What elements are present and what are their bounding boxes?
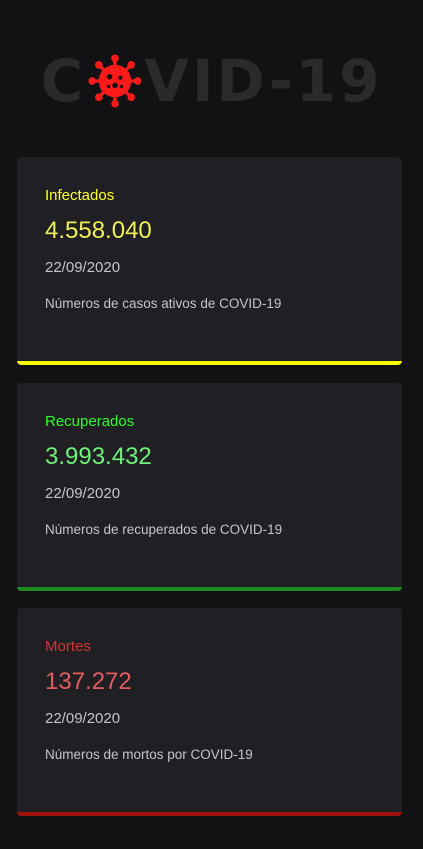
card-description: Números de mortos por COVID-19 [45,747,253,762]
card-description: Números de recuperados de COVID-19 [45,522,283,537]
card-title: Recuperados [45,413,135,430]
coronavirus-icon [88,54,142,108]
card-title: Infectados [45,187,115,204]
card-date: 22/09/2020 [45,485,121,502]
card-accent-bar [17,812,402,816]
card-date: 22/09/2020 [45,259,121,276]
card-accent-bar [17,587,402,591]
infected-card: Infectados 4.558.040 22/09/2020 Números … [17,157,402,365]
recovered-card: Recuperados 3.993.432 22/09/2020 Números… [17,383,402,591]
page: C VID-19 Infectados 4.558.040 22/09/2020… [0,0,423,849]
card-accent-bar [17,361,402,365]
logo-letters-vid-19: VID-19 [144,47,383,115]
card-value: 137.272 [45,668,132,695]
card-date: 22/09/2020 [45,710,121,727]
card-title: Mortes [45,638,91,655]
card-value: 4.558.040 [45,217,152,244]
deaths-card: Mortes 137.272 22/09/2020 Números de mor… [17,608,402,816]
card-description: Números de casos ativos de COVID-19 [45,296,282,311]
covid-19-logo: C VID-19 [0,46,423,116]
logo-letter-c: C [40,47,87,115]
card-value: 3.993.432 [45,443,152,470]
logo-text: C VID-19 [40,52,382,110]
